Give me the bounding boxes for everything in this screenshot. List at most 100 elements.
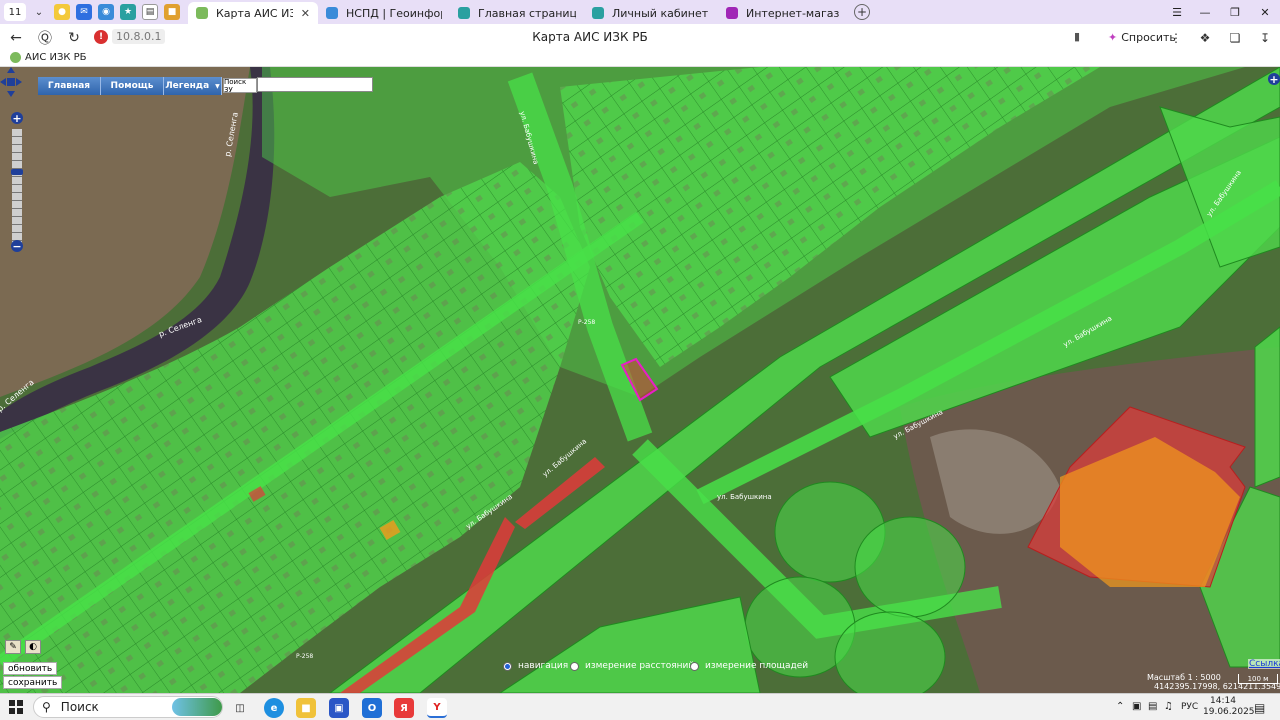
home-button[interactable]: Главная (38, 77, 101, 95)
taskbar: ⚲ Поиск ◫ e ■ ▣ O Я Y ⌃ ▣ ▤ ♫ РУС 14:14 … (0, 693, 1280, 720)
pinned-app-icon[interactable]: ● (54, 4, 70, 20)
pinned-gosuslugi-icon[interactable]: ★ (120, 4, 136, 20)
tray-network-icon[interactable]: ▤ (1148, 701, 1157, 712)
search-icon: ⚲ (42, 700, 51, 714)
clock-time: 14:14 (1210, 696, 1236, 706)
radio-icon (570, 661, 579, 671)
language-indicator[interactable]: РУС (1181, 702, 1198, 712)
search-highlight-image (172, 698, 222, 716)
parcel-search-label: Поиск ЗУ (223, 78, 257, 94)
downloads-icon[interactable]: ↧ (1256, 29, 1274, 47)
bookmark-icon[interactable]: ▮ (1074, 30, 1080, 43)
radio-icon (690, 661, 699, 671)
mode-label: измерение площадей (705, 661, 809, 671)
tab-label: Карта АИС ИЗК РБ (216, 6, 293, 20)
parcel-search-input[interactable] (257, 77, 373, 92)
chevron-down-icon: ▼ (215, 82, 220, 90)
yandex-app-icon[interactable]: Я (394, 698, 414, 718)
pan-arrows-icon[interactable] (0, 67, 22, 97)
tab-nspd[interactable]: НСПД | Геоинформацион (318, 2, 450, 24)
sparkle-icon: ✦ (1108, 31, 1118, 44)
bookmark-label: АИС ИЗК РБ (25, 52, 87, 63)
bookmark-ais-izk[interactable]: АИС ИЗК РБ (10, 52, 87, 63)
wildberries-icon (726, 7, 738, 19)
permalink-link[interactable]: Ссылка (1248, 659, 1280, 669)
notifications-icon[interactable]: ▤ (1254, 701, 1265, 715)
restore-icon[interactable]: ❐ (1220, 0, 1250, 24)
clock-date: 19.06.2025 (1203, 707, 1255, 717)
map-tool-icon[interactable]: ✎ (5, 640, 21, 654)
tab-main-page[interactable]: Главная страница (450, 2, 584, 24)
globe-icon (196, 7, 208, 19)
task-view-icon[interactable]: ◫ (230, 698, 250, 718)
zoom-slider[interactable] (12, 129, 22, 245)
extensions-icon[interactable]: ❖ (1196, 29, 1214, 47)
close-icon[interactable]: ✕ (301, 7, 310, 20)
mode-area-radio[interactable]: измерение площадей (690, 661, 808, 671)
bookmarks-bar: АИС ИЗК РБ (0, 51, 1280, 67)
refresh-button[interactable]: обновить (3, 662, 58, 675)
tray-chevron-icon[interactable]: ⌃ (1116, 701, 1124, 712)
store-icon[interactable]: ▣ (329, 698, 349, 718)
yandex-browser-icon[interactable]: Y (427, 698, 447, 718)
layers-expand-button[interactable]: + (1268, 73, 1280, 86)
tab-wildberries[interactable]: Интернет-магазин Wildb (718, 2, 848, 24)
map-viewport[interactable]: р. Селенга р. Селенга р. Селенга ул. Баб… (0, 67, 1280, 693)
pinned-globe-icon[interactable]: ◉ (98, 4, 114, 20)
interchange-loop-2 (854, 516, 966, 618)
close-window-icon[interactable]: ✕ (1250, 0, 1280, 24)
save-button[interactable]: сохранить (3, 676, 63, 689)
zoom-out-button[interactable]: − (11, 240, 23, 252)
clock[interactable]: 14:14 19.06.2025 (1203, 696, 1255, 718)
road-label: Р-258 (578, 319, 595, 326)
more-icon[interactable]: ⋮ (1167, 29, 1185, 47)
taskbar-search[interactable]: ⚲ Поиск (33, 696, 223, 718)
gosuslugi-icon (592, 7, 604, 19)
pinned-folder-icon[interactable]: ■ (164, 4, 180, 20)
legend-label: Легенда (165, 81, 210, 91)
radio-selected-icon (503, 661, 512, 671)
mode-label: навигация (518, 661, 569, 671)
menu-icon[interactable]: ☰ (1162, 0, 1192, 24)
pinned-doc-icon[interactable]: ▤ (142, 4, 158, 20)
scale-readout: Масштаб 1 : 5000 (1147, 673, 1221, 682)
globe-icon (10, 52, 21, 63)
windows-start-icon[interactable] (9, 700, 23, 714)
file-explorer-icon[interactable]: ■ (296, 698, 316, 718)
tab-label: Интернет-магазин Wildb (746, 6, 840, 20)
tab-personal-cabinet[interactable]: Личный кабинет (584, 2, 718, 24)
street-label: ул. Бабушкина (717, 493, 772, 501)
zoom-in-button[interactable]: + (11, 112, 23, 124)
pinned-mail-icon[interactable]: ✉ (76, 4, 92, 20)
nspd-icon (326, 7, 338, 19)
outlook-icon[interactable]: O (362, 698, 382, 718)
legend-button[interactable]: Легенда ▼ (164, 77, 222, 95)
tray-volume-icon[interactable]: ♫ (1164, 701, 1173, 712)
tab-label: НСПД | Геоинформацион (346, 6, 442, 20)
map-canvas[interactable]: р. Селенга р. Селенга р. Селенга ул. Баб… (0, 67, 1280, 693)
mode-navigation-radio[interactable]: навигация (503, 661, 568, 671)
chevron-down-icon[interactable]: ⌄ (30, 3, 48, 21)
tab-count-button[interactable]: 11 (4, 3, 26, 21)
tray-app-icon[interactable]: ▣ (1132, 701, 1141, 712)
edge-icon[interactable]: e (264, 698, 284, 718)
zoom-handle[interactable] (11, 169, 23, 175)
address-bar: ← Ⓠ ↻ ! 10.8.0.1 Карта АИС ИЗК РБ ▮ ✦ Сп… (0, 24, 1280, 51)
search-label: Поиск (60, 700, 99, 714)
tab-label: Главная страница (478, 6, 576, 20)
new-tab-button[interactable]: + (854, 4, 870, 20)
ruler-icon[interactable]: ◐ (25, 640, 41, 654)
coordinates-readout: 4142395.17998, 6214211.35492 (1154, 682, 1280, 691)
browser-tab-strip: 11 ⌄ ● ✉ ◉ ★ ▤ ■ Карта АИС ИЗК РБ ✕ НСПД… (0, 0, 1280, 24)
road-label: Р-258 (296, 653, 313, 660)
tab-ais-izk[interactable]: Карта АИС ИЗК РБ ✕ (188, 2, 318, 24)
gosuslugi-icon (458, 7, 470, 19)
parcel-east-edge[interactable] (1254, 326, 1280, 488)
minimize-icon[interactable]: — (1190, 0, 1220, 24)
collections-icon[interactable]: ❏ (1226, 29, 1244, 47)
screen: 11 ⌄ ● ✉ ◉ ★ ▤ ■ Карта АИС ИЗК РБ ✕ НСПД… (0, 0, 1280, 720)
mode-distance-radio[interactable]: измерение расстояний (570, 661, 694, 671)
page-title: Карта АИС ИЗК РБ (532, 30, 648, 44)
mode-label: измерение расстояний (585, 661, 695, 671)
help-button[interactable]: Помощь (101, 77, 164, 95)
